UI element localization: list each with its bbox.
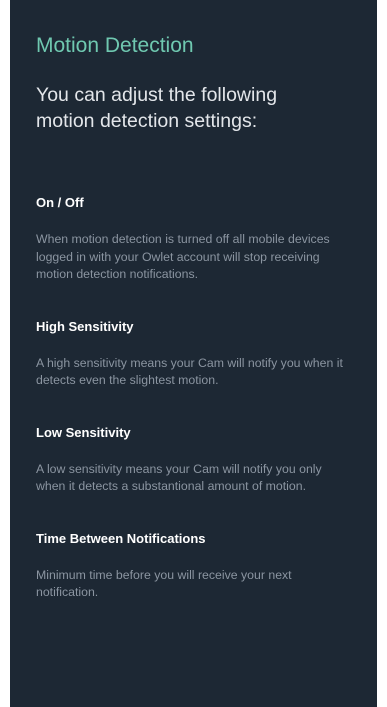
motion-detection-help-screen: Motion Detection You can adjust the foll… — [10, 0, 377, 707]
setting-low-sensitivity: Low Sensitivity A low sensitivity means … — [36, 424, 351, 496]
setting-on-off: On / Off When motion detection is turned… — [36, 194, 351, 284]
setting-description: A low sensitivity means your Cam will no… — [36, 461, 322, 494]
setting-description: Minimum time before you will receive you… — [36, 567, 292, 600]
page-subtitle: You can adjust the following motion dete… — [36, 84, 278, 132]
settings-list: On / Off When motion detection is turned… — [36, 194, 351, 602]
setting-heading: High Sensitivity — [36, 318, 134, 334]
setting-time-between-notifications: Time Between Notifications Minimum time … — [36, 530, 351, 602]
setting-description: When motion detection is turned off all … — [36, 232, 330, 281]
setting-heading: Time Between Notifications — [36, 530, 206, 546]
setting-heading: On / Off — [36, 195, 84, 210]
setting-high-sensitivity: High Sensitivity A high sensitivity mean… — [36, 318, 351, 390]
setting-heading: Low Sensitivity — [36, 424, 131, 440]
page-title: Motion Detection — [36, 34, 194, 57]
setting-description: A high sensitivity means your Cam will n… — [36, 355, 343, 388]
